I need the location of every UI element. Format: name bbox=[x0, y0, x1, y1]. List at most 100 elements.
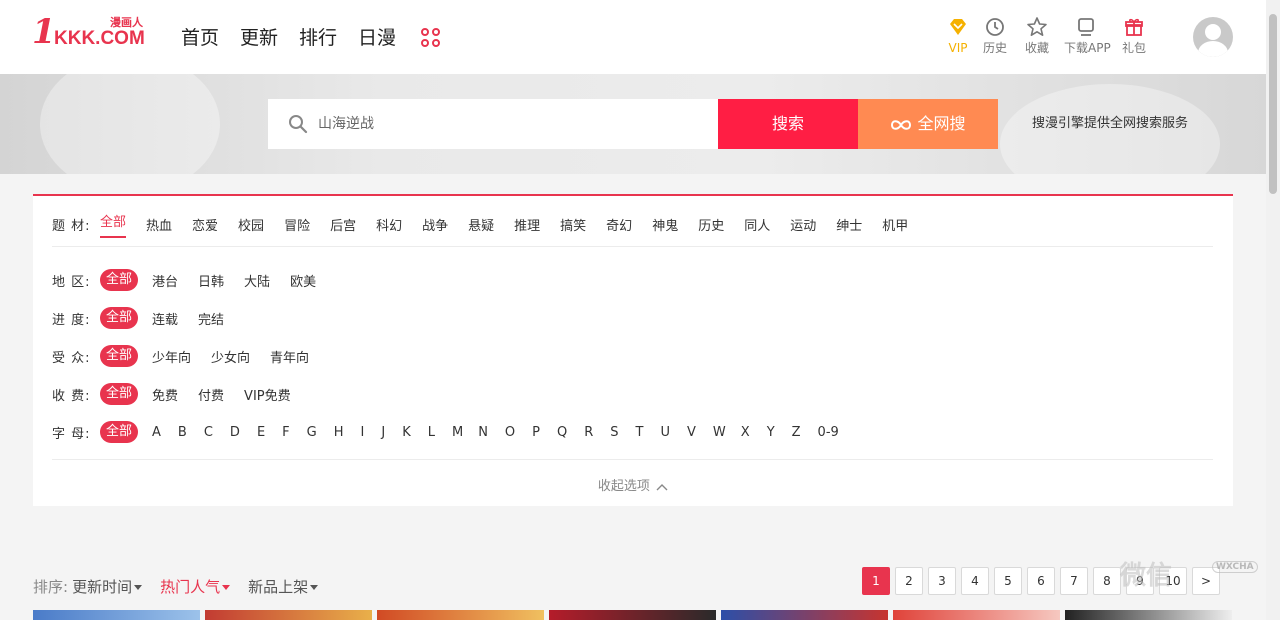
category-grid-icon[interactable] bbox=[421, 28, 441, 48]
filter-option-letter[interactable]: R bbox=[584, 425, 593, 440]
site-logo[interactable]: 1 KKK.COM 漫画人 bbox=[32, 14, 145, 54]
filter-option-theme[interactable]: 同人 bbox=[744, 215, 770, 234]
filter-option-audience[interactable]: 少女向 bbox=[211, 347, 250, 366]
collapse-options-button[interactable]: 收起选项 bbox=[33, 475, 1233, 494]
filter-option-theme[interactable]: 科幻 bbox=[376, 215, 402, 234]
favorites-link[interactable]: 收藏 bbox=[1015, 16, 1059, 56]
filter-option-letter[interactable]: N bbox=[478, 425, 488, 440]
filter-option-theme[interactable]: 推理 bbox=[514, 215, 540, 234]
filter-option-letter[interactable]: X bbox=[741, 425, 750, 440]
filter-option-theme[interactable]: 奇幻 bbox=[606, 215, 632, 234]
filter-divider bbox=[52, 459, 1213, 460]
sort-by-update-time[interactable]: 更新时间 bbox=[72, 576, 143, 597]
filter-option-region[interactable]: 欧美 bbox=[290, 271, 316, 290]
filter-option-letter[interactable]: V bbox=[687, 425, 696, 440]
filter-option-theme[interactable]: 冒险 bbox=[284, 215, 310, 234]
filter-option-fee[interactable]: 付费 bbox=[198, 385, 224, 404]
filter-option-letter[interactable]: E bbox=[257, 425, 265, 440]
sort-by-new-release[interactable]: 新品上架 bbox=[248, 576, 319, 597]
filter-option-theme[interactable]: 后宫 bbox=[330, 215, 356, 234]
filter-option-region[interactable]: 全部 bbox=[100, 269, 139, 291]
filter-option-letter[interactable]: S bbox=[610, 425, 618, 440]
filter-option-progress[interactable]: 完结 bbox=[198, 309, 224, 328]
filter-option-fee[interactable]: 全部 bbox=[100, 383, 139, 405]
page-button[interactable]: 8 bbox=[1093, 567, 1121, 595]
filter-option-letter[interactable]: P bbox=[532, 425, 540, 440]
history-link[interactable]: 历史 bbox=[973, 16, 1017, 56]
filter-option-letter[interactable]: T bbox=[636, 425, 644, 440]
nav-updates[interactable]: 更新 bbox=[240, 24, 278, 52]
filter-option-letter[interactable]: B bbox=[178, 425, 187, 440]
filter-option-letter[interactable]: Z bbox=[792, 425, 801, 440]
page-button[interactable]: 1 bbox=[862, 567, 890, 595]
download-app-link[interactable]: 下载APP bbox=[1064, 16, 1111, 56]
page: 1 KKK.COM 漫画人 首页 更新 排行 日漫 V I P 历史 收藏 下载AP… bbox=[0, 0, 1280, 620]
gift-link[interactable]: 礼包 bbox=[1112, 16, 1156, 56]
filter-option-letter[interactable]: J bbox=[381, 425, 385, 440]
manga-cover[interactable] bbox=[1065, 610, 1232, 620]
sort-by-popularity[interactable]: 热门人气 bbox=[160, 576, 231, 597]
filter-option-progress[interactable]: 全部 bbox=[100, 307, 139, 329]
page-button[interactable]: 2 bbox=[895, 567, 923, 595]
page-button[interactable]: 5 bbox=[994, 567, 1022, 595]
manga-cover[interactable] bbox=[205, 610, 372, 620]
nav-ranking[interactable]: 排行 bbox=[299, 24, 337, 52]
manga-cover[interactable] bbox=[893, 610, 1060, 620]
filter-option-audience[interactable]: 全部 bbox=[100, 345, 139, 367]
filter-option-theme[interactable]: 运动 bbox=[790, 215, 816, 234]
filter-option-letter[interactable]: Y bbox=[767, 425, 775, 440]
filter-option-theme[interactable]: 机甲 bbox=[882, 215, 908, 234]
filter-option-theme[interactable]: 热血 bbox=[146, 215, 172, 234]
filter-option-letter[interactable]: 0-9 bbox=[818, 425, 839, 440]
filter-option-theme[interactable]: 绅士 bbox=[836, 215, 862, 234]
filter-option-letter[interactable]: H bbox=[334, 425, 344, 440]
filter-option-theme[interactable]: 神鬼 bbox=[652, 215, 678, 234]
filter-option-letter[interactable]: M bbox=[452, 425, 463, 440]
filter-option-letter[interactable]: Q bbox=[557, 425, 567, 440]
filter-option-theme[interactable]: 恋爱 bbox=[192, 215, 218, 234]
manga-cover[interactable] bbox=[721, 610, 888, 620]
filter-option-theme[interactable]: 历史 bbox=[698, 215, 724, 234]
filter-option-audience[interactable]: 青年向 bbox=[270, 347, 309, 366]
filter-option-theme[interactable]: 战争 bbox=[422, 215, 448, 234]
manga-cover[interactable] bbox=[549, 610, 716, 620]
filter-option-letter[interactable]: I bbox=[361, 425, 365, 440]
vertical-scrollbar[interactable] bbox=[1266, 0, 1280, 620]
manga-cover[interactable] bbox=[377, 610, 544, 620]
filter-option-region[interactable]: 日韩 bbox=[198, 271, 224, 290]
web-search-button[interactable]: 全网搜 bbox=[858, 99, 998, 149]
filter-option-letter[interactable]: O bbox=[505, 425, 515, 440]
filter-option-letter[interactable]: K bbox=[402, 425, 411, 440]
filter-option-fee[interactable]: VIP免费 bbox=[244, 385, 291, 404]
sort-bar: 排序: 更新时间 热门人气 新品上架 bbox=[33, 575, 332, 597]
page-button[interactable]: 3 bbox=[928, 567, 956, 595]
filter-option-letter[interactable]: D bbox=[230, 425, 240, 440]
filter-option-progress[interactable]: 连载 bbox=[152, 309, 178, 328]
filter-option-region[interactable]: 港台 bbox=[152, 271, 178, 290]
filter-option-letter[interactable]: 全部 bbox=[100, 421, 139, 443]
filter-option-letter[interactable]: F bbox=[282, 425, 289, 440]
filter-option-theme[interactable]: 搞笑 bbox=[560, 215, 586, 234]
filter-option-audience[interactable]: 少年向 bbox=[152, 347, 191, 366]
manga-cover[interactable] bbox=[33, 610, 200, 620]
filter-option-letter[interactable]: G bbox=[307, 425, 317, 440]
nav-japanese-manga[interactable]: 日漫 bbox=[358, 24, 396, 52]
filter-option-letter[interactable]: C bbox=[204, 425, 213, 440]
search-input[interactable] bbox=[318, 99, 698, 149]
page-button[interactable]: 4 bbox=[961, 567, 989, 595]
filter-option-fee[interactable]: 免费 bbox=[152, 385, 178, 404]
nav-home[interactable]: 首页 bbox=[181, 24, 219, 52]
scrollbar-thumb[interactable] bbox=[1269, 14, 1277, 194]
filter-option-theme[interactable]: 校园 bbox=[238, 215, 264, 234]
search-button[interactable]: 搜索 bbox=[718, 99, 858, 149]
filter-option-letter[interactable]: U bbox=[661, 425, 671, 440]
page-button[interactable]: 6 bbox=[1027, 567, 1055, 595]
filter-option-theme[interactable]: 全部 bbox=[100, 210, 127, 238]
filter-option-letter[interactable]: W bbox=[713, 425, 726, 440]
page-button[interactable]: 7 bbox=[1060, 567, 1088, 595]
filter-option-letter[interactable]: L bbox=[428, 425, 435, 440]
filter-option-region[interactable]: 大陆 bbox=[244, 271, 270, 290]
filter-option-letter[interactable]: A bbox=[152, 425, 161, 440]
user-avatar[interactable] bbox=[1193, 17, 1233, 57]
filter-option-theme[interactable]: 悬疑 bbox=[468, 215, 494, 234]
